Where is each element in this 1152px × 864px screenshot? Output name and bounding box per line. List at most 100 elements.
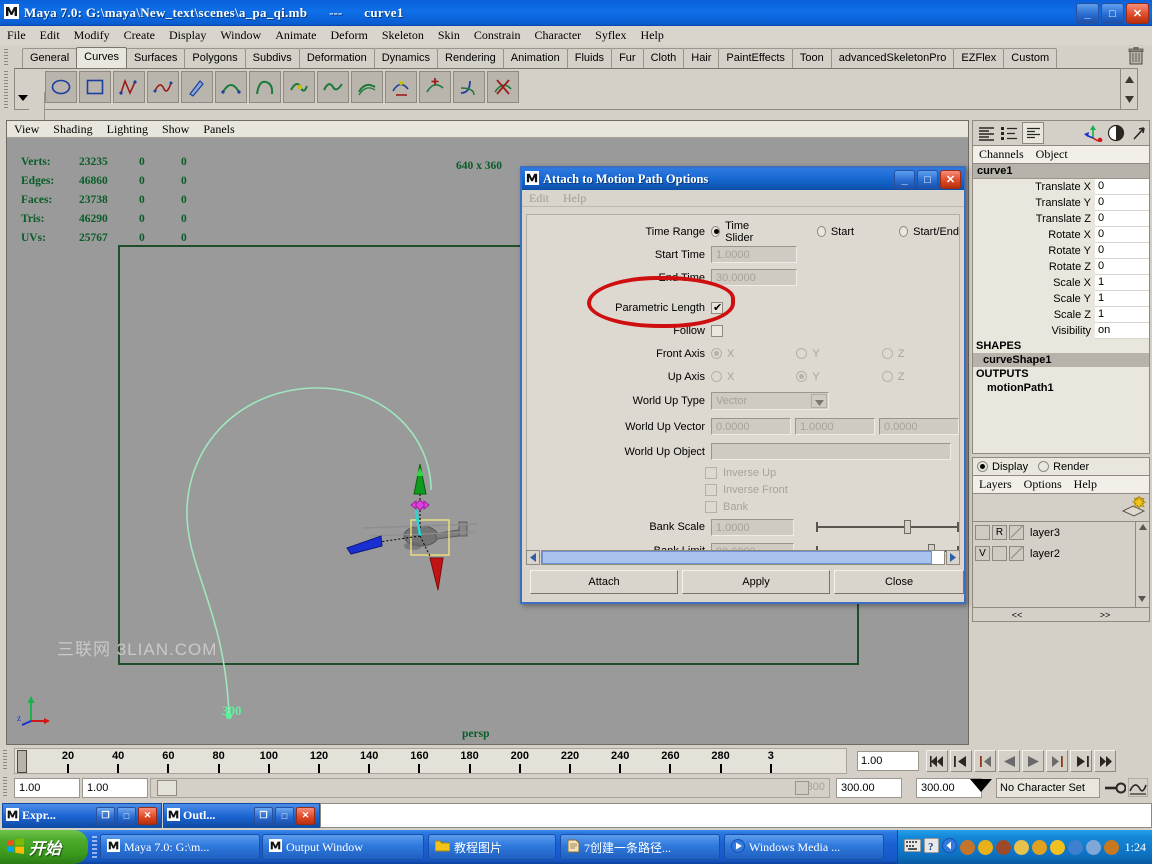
scroll-up-icon[interactable]	[1121, 69, 1137, 89]
display-mode-radio[interactable]	[977, 461, 988, 472]
front-axis-radio-y[interactable]	[796, 348, 808, 359]
animation-preferences-icon[interactable]	[1127, 777, 1149, 800]
taskbar-item-1[interactable]: Maya 7.0: G:\m...	[100, 834, 260, 860]
world-up-vector-z-input[interactable]: 0.0000	[879, 418, 959, 435]
shelf-tab-subdivs[interactable]: Subdivs	[244, 48, 300, 68]
channel-value[interactable]: 0	[1095, 195, 1149, 211]
channelbox-shape-name[interactable]: curveShape1	[973, 353, 1149, 367]
current-time-field[interactable]: 1.00	[857, 751, 919, 771]
shelf-offset-curve-tool[interactable]	[351, 71, 383, 103]
menu-item-skin[interactable]: Skin	[431, 27, 467, 44]
auto-key-icon[interactable]	[1104, 779, 1127, 800]
layer-list[interactable]: Rlayer3 Vlayer2	[972, 522, 1150, 608]
dialog-menu-help[interactable]: Help	[556, 191, 593, 206]
help-icon[interactable]: ?	[923, 837, 940, 856]
step-back-frame-icon[interactable]	[950, 750, 972, 772]
layer-footer-left[interactable]: <<	[1012, 610, 1023, 620]
dialog-button-apply[interactable]: Apply	[682, 570, 830, 594]
channel-value[interactable]: 0	[1095, 227, 1149, 243]
start-button[interactable]: 开始	[0, 830, 88, 864]
anim-end-field[interactable]: 300.00	[836, 778, 902, 798]
shelf-curve-edit-tool[interactable]	[283, 71, 315, 103]
shelf-arc-tool-1[interactable]	[215, 71, 247, 103]
shelf-tab-fur[interactable]: Fur	[611, 48, 644, 68]
dialog-minimize-button[interactable]: _	[894, 170, 915, 189]
scroll-left-icon[interactable]	[526, 550, 540, 565]
taskbar-item-2[interactable]: Output Window	[262, 834, 424, 860]
channelbox-tab-object[interactable]: Object	[1030, 147, 1074, 162]
world-up-vector-x-input[interactable]: 0.0000	[711, 418, 791, 435]
channel-value[interactable]: on	[1095, 323, 1149, 339]
go-to-start-icon[interactable]	[926, 750, 948, 772]
close-button[interactable]: ✕	[138, 806, 157, 825]
channel-value[interactable]: 1	[1095, 307, 1149, 323]
app-icon[interactable]	[1103, 839, 1119, 855]
up-axis-radio-z[interactable]	[881, 371, 893, 382]
shelf-tab-toon[interactable]: Toon	[791, 48, 832, 68]
menu-item-create[interactable]: Create	[117, 27, 162, 44]
follow-checkbox[interactable]	[711, 324, 723, 337]
layer-menu-options[interactable]: Options	[1018, 477, 1068, 492]
menu-item-file[interactable]: File	[0, 27, 33, 44]
world-up-object-input[interactable]	[711, 443, 951, 460]
layer-reference-toggle[interactable]	[992, 546, 1007, 561]
layer-menu-help[interactable]: Help	[1068, 477, 1103, 492]
layer-footer-right[interactable]: >>	[1100, 610, 1111, 620]
scroll-down-icon[interactable]	[1121, 89, 1137, 109]
character-set-field[interactable]: No Character Set	[996, 778, 1100, 798]
layer-name[interactable]: layer3	[1026, 527, 1060, 539]
go-to-end-icon[interactable]	[1094, 750, 1116, 772]
shelf-tab-surfaces[interactable]: Surfaces	[125, 48, 186, 68]
end-time-input[interactable]: 30.0000	[711, 269, 797, 286]
front-axis-radio-z[interactable]	[881, 348, 893, 359]
range-end-handle[interactable]	[795, 781, 809, 795]
clock-sync-icon[interactable]	[1085, 839, 1101, 855]
select-arrow-icon[interactable]	[1129, 123, 1149, 143]
chevron-down-icon[interactable]	[970, 779, 992, 792]
scroll-right-icon[interactable]	[946, 550, 960, 565]
step-forward-key-icon[interactable]	[1046, 750, 1068, 772]
play-forwards-icon[interactable]	[1022, 750, 1044, 772]
menu-item-modify[interactable]: Modify	[67, 27, 117, 44]
up-axis-radio-x[interactable]	[711, 371, 722, 382]
menu-item-display[interactable]: Display	[162, 27, 213, 44]
step-forward-frame-icon[interactable]	[1070, 750, 1092, 772]
layer-name[interactable]: layer2	[1026, 548, 1060, 560]
minimized-outliner[interactable]: Outl... ❐ □ ✕	[163, 803, 320, 828]
shelf-tab-rendering[interactable]: Rendering	[437, 48, 504, 68]
taskbar-clock[interactable]: 1:24	[1125, 840, 1146, 855]
network-icon[interactable]	[1067, 839, 1083, 855]
shelf-pencil-curve-tool[interactable]	[181, 71, 213, 103]
shelf-cut-curve-tool[interactable]	[487, 71, 519, 103]
time-range-radio-start[interactable]	[816, 226, 826, 237]
shelf-curve-fillet-tool[interactable]	[453, 71, 485, 103]
layer-menu-layers[interactable]: Layers	[973, 477, 1018, 492]
range-start-field[interactable]: 1.00	[14, 778, 80, 798]
layer-list-scrollbar[interactable]	[1135, 522, 1149, 607]
close-button[interactable]: ✕	[296, 806, 315, 825]
shelf-tab-advancedskeletonpro[interactable]: advancedSkeletonPro	[830, 48, 955, 68]
layer-visibility-toggle[interactable]: V	[975, 546, 990, 561]
range-slider-bar[interactable]: 300	[150, 778, 830, 798]
bug-icon[interactable]	[995, 839, 1011, 855]
chevron-down-icon[interactable]	[811, 394, 827, 408]
menu-item-window[interactable]: Window	[213, 27, 268, 44]
scroll-up-icon[interactable]	[1136, 522, 1149, 530]
guard-icon[interactable]	[1013, 839, 1029, 855]
dialog-button-close[interactable]: Close	[834, 570, 964, 594]
layer-color-swatch[interactable]	[1009, 546, 1024, 561]
taskbar-item-4[interactable]: 7创建一条路径...	[560, 834, 720, 860]
shelf-circle-tool[interactable]	[45, 71, 77, 103]
minimized-expression-editor[interactable]: Expr... ❐ □ ✕	[2, 803, 162, 828]
dialog-horizontal-scrollbar[interactable]	[526, 550, 960, 565]
taskbar-item-3[interactable]: 教程图片	[428, 834, 556, 860]
up-axis-radio-y[interactable]	[796, 371, 808, 382]
world-up-type-select[interactable]: Vector	[711, 392, 829, 410]
time-range-radio-time-slider[interactable]	[711, 226, 721, 237]
time-cursor[interactable]	[17, 750, 27, 773]
front-axis-radio-x[interactable]	[711, 348, 722, 359]
shelf-add-points-tool[interactable]	[419, 71, 451, 103]
inverse-front-checkbox[interactable]	[705, 483, 717, 496]
viewport-menu-shading[interactable]: Shading	[46, 122, 99, 137]
menu-item-edit[interactable]: Edit	[33, 27, 67, 44]
